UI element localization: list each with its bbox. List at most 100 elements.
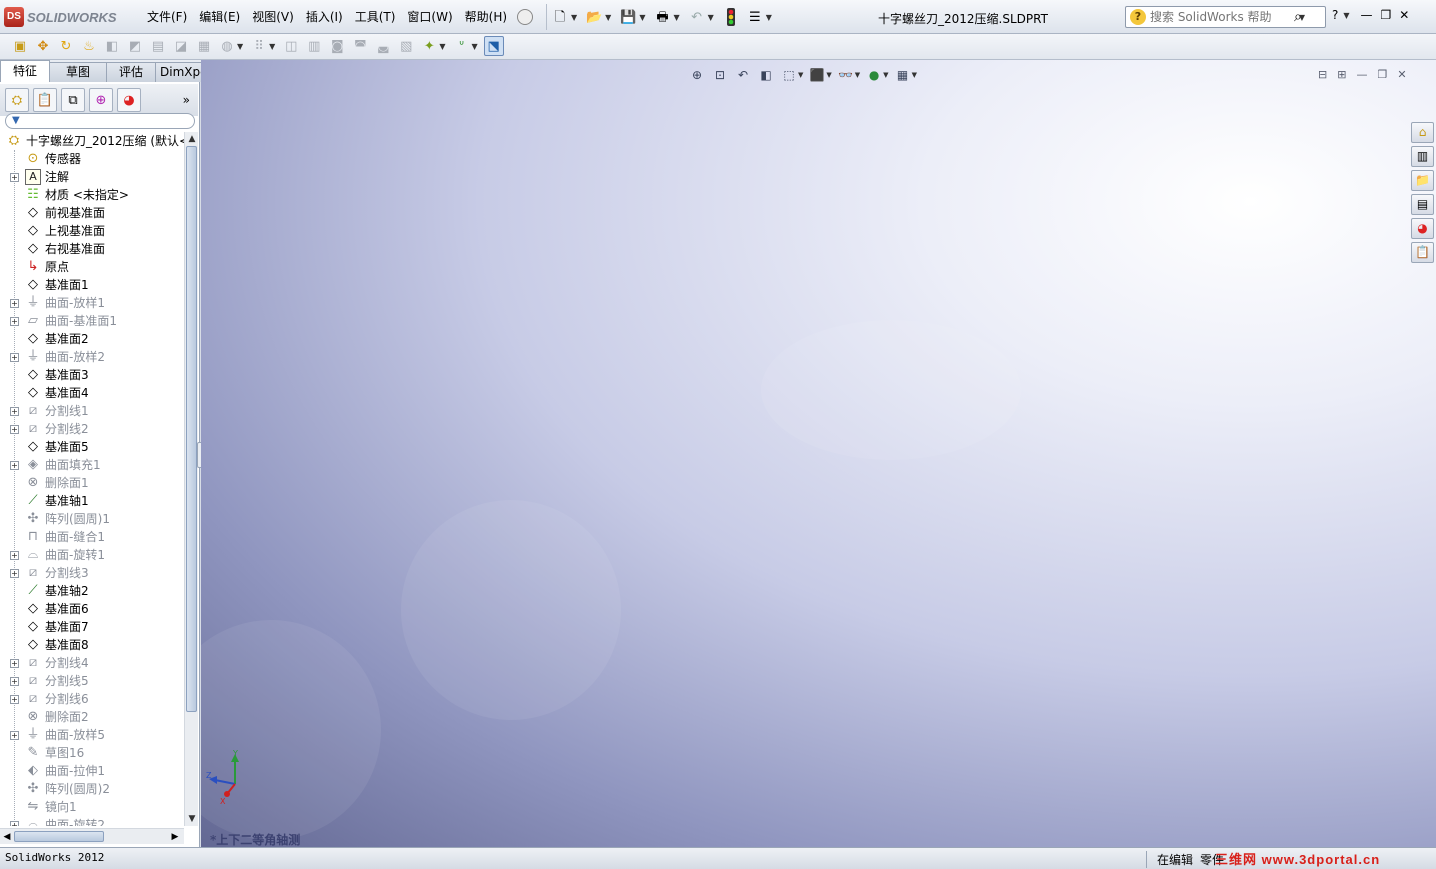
tree-item[interactable]: ⟋ 基准轴2 — [0, 582, 184, 600]
minimize-icon[interactable]: — — [1356, 68, 1367, 81]
tree-item[interactable]: ◇ 基准面4 — [0, 384, 184, 402]
tree-item[interactable]: + ⧄ 分割线4 — [0, 654, 184, 672]
expand-icon[interactable]: + — [10, 173, 19, 182]
cut-revolve-icon[interactable]: ◙ — [327, 36, 347, 56]
tree-item[interactable]: + ⏚ 曲面-放样1 — [0, 294, 184, 312]
tab-features[interactable]: 特征 — [0, 60, 51, 82]
menu-edit[interactable]: 编辑(E) — [193, 8, 246, 26]
view-orientation-icon[interactable]: ⬚ — [780, 66, 798, 84]
print-icon[interactable]: 🖶 — [652, 7, 672, 27]
display-style-icon[interactable]: ⬛ — [808, 66, 826, 84]
edit-appearance-icon[interactable]: ● — [865, 66, 883, 84]
tree-item[interactable]: + ▱ 曲面-基准面1 — [0, 312, 184, 330]
apply-scene-icon[interactable]: ▦ — [894, 66, 912, 84]
chevron-down-icon[interactable]: ▼ — [237, 42, 243, 51]
zoom-to-fit-icon[interactable]: ⊕ — [688, 66, 706, 84]
scroll-right-icon[interactable]: ▶ — [168, 830, 182, 844]
design-library-icon[interactable]: ▥ — [1411, 146, 1434, 167]
tree-item[interactable]: + ⧄ 分割线3 — [0, 564, 184, 582]
tree-item[interactable]: + A 注解 — [0, 168, 184, 186]
hole-wizard-icon[interactable]: ◍ — [217, 36, 237, 56]
scroll-thumb[interactable] — [14, 831, 104, 842]
linear-pattern-icon[interactable]: ⠿ — [249, 36, 269, 56]
close-icon[interactable]: ✕ — [1399, 8, 1409, 22]
zoom-to-area-icon[interactable]: ⊡ — [711, 66, 729, 84]
search-input[interactable] — [1150, 10, 1290, 24]
hide-show-items-icon[interactable]: 👓 — [837, 66, 855, 84]
close-icon[interactable]: ✕ — [1397, 68, 1406, 81]
chevron-down-icon[interactable]: ▼ — [798, 71, 803, 79]
restore-icon[interactable]: ❐ — [1377, 68, 1387, 81]
tree-item[interactable]: ✣ 阵列(圆周)2 — [0, 780, 184, 798]
chevron-down-icon[interactable]: ▼ — [471, 42, 477, 51]
graphics-area[interactable]: ⊕ ⊡ ↶ ◧ ⬚ ▼ ⬛ ▼ 👓 ▼ ● ▼ ▦ ▼ ⊟ ⊞ — ❐ ✕ ⌂ ▥ 📁 ▤… — [201, 60, 1436, 847]
scroll-left-icon[interactable]: ◀ — [0, 830, 14, 844]
tree-item[interactable]: ◇ 基准面5 — [0, 438, 184, 456]
tree-item[interactable]: ◇ 前视基准面 — [0, 204, 184, 222]
restore-icon[interactable]: ❐ — [1381, 8, 1392, 22]
expand-icon[interactable]: + — [10, 425, 19, 434]
custom-properties-icon[interactable]: 📋 — [1411, 242, 1434, 263]
boundary-cut-icon[interactable]: ▧ — [396, 36, 416, 56]
expand-icon[interactable]: + — [10, 731, 19, 740]
options-icon[interactable]: ☰ — [745, 7, 765, 27]
tree-item[interactable]: ⊗ 删除面2 — [0, 708, 184, 726]
display-manager-icon[interactable]: ◕ — [117, 88, 141, 112]
reference-geometry-icon[interactable]: ✦ — [419, 36, 439, 56]
tree-horizontal-scrollbar[interactable]: ◀ ▶ — [0, 828, 184, 844]
swept-boss-icon[interactable]: ♨ — [79, 36, 99, 56]
expand-icon[interactable]: + — [10, 695, 19, 704]
tree-item[interactable]: ⬖ 曲面-拉伸1 — [0, 762, 184, 780]
tree-root[interactable]: ⛭ 十字螺丝刀_2012压缩 (默认< — [0, 132, 184, 150]
expand-panel-icon[interactable]: » — [183, 93, 190, 107]
chevron-down-icon[interactable]: ▼ — [912, 71, 917, 79]
tree-item[interactable]: + ⏚ 曲面-放样5 — [0, 726, 184, 744]
expand-icon[interactable]: + — [10, 677, 19, 686]
viewport-split-icon[interactable]: ⊞ — [1337, 68, 1346, 81]
rebuild-traffic-light-icon[interactable] — [721, 7, 741, 27]
scroll-down-icon[interactable]: ▼ — [185, 812, 199, 826]
file-explorer-icon[interactable]: 📁 — [1411, 170, 1434, 191]
menu-file[interactable]: 文件(F) — [141, 8, 193, 26]
dimxpert-manager-icon[interactable]: ⊕ — [89, 88, 113, 112]
tree-item[interactable]: ✣ 阵列(圆周)1 — [0, 510, 184, 528]
tree-item[interactable]: + ⏚ 曲面-放样2 — [0, 348, 184, 366]
chevron-down-icon[interactable]: ▼ — [639, 13, 645, 22]
help-search-box[interactable]: ? ⌕▼ — [1125, 6, 1326, 28]
expand-icon[interactable]: + — [10, 569, 19, 578]
tree-item[interactable]: + ⧄ 分割线1 — [0, 402, 184, 420]
solidworks-logo[interactable]: DS SOLIDWORKS — [4, 6, 117, 28]
tree-item[interactable]: ⇋ 镜向1 — [0, 798, 184, 816]
chevron-down-icon[interactable]: ▼ — [708, 13, 714, 22]
chevron-down-icon[interactable]: ▼ — [1343, 11, 1349, 20]
curves-icon[interactable]: ᐡ — [451, 36, 471, 56]
cut-sweep-icon[interactable]: ◚ — [350, 36, 370, 56]
scroll-thumb[interactable] — [186, 146, 197, 712]
tree-filter[interactable]: ▼ — [5, 113, 195, 129]
appearances-icon[interactable]: ◕ — [1411, 218, 1434, 239]
configuration-manager-icon[interactable]: ⧉ — [61, 88, 85, 112]
rib-icon[interactable]: ▤ — [148, 36, 168, 56]
tree-item[interactable]: + ⧄ 分割线5 — [0, 672, 184, 690]
feature-manager-icon[interactable]: ⛭ — [5, 88, 29, 112]
chevron-down-icon[interactable]: ▼ — [826, 71, 831, 79]
scroll-up-icon[interactable]: ▲ — [185, 132, 199, 146]
expand-icon[interactable]: + — [10, 299, 19, 308]
tree-item[interactable]: + ◈ 曲面填充1 — [0, 456, 184, 474]
tree-item[interactable]: ⊙ 传感器 — [0, 150, 184, 168]
minimize-icon[interactable]: — — [1361, 8, 1373, 22]
tree-vertical-scrollbar[interactable]: ▲ ▼ — [184, 132, 198, 826]
tree-item[interactable]: + ⧄ 分割线2 — [0, 420, 184, 438]
tree-item[interactable]: + ⌓ 曲面-旋转2 — [0, 816, 184, 826]
view-palette-icon[interactable]: ▤ — [1411, 194, 1434, 215]
chevron-down-icon[interactable]: ▼ — [1299, 13, 1305, 22]
move-icon[interactable]: ✥ — [33, 36, 53, 56]
tree-item[interactable]: ◇ 基准面1 — [0, 276, 184, 294]
chevron-down-icon[interactable]: ▼ — [439, 42, 445, 51]
tree-item[interactable]: + ⌓ 曲面-旋转1 — [0, 546, 184, 564]
chevron-down-icon[interactable]: ▼ — [571, 13, 577, 22]
tree-item[interactable]: ⟋ 基准轴1 — [0, 492, 184, 510]
cut-extrude-icon[interactable]: ▥ — [304, 36, 324, 56]
chevron-down-icon[interactable]: ▼ — [855, 71, 860, 79]
help-icon[interactable]: ? — [1332, 8, 1338, 22]
